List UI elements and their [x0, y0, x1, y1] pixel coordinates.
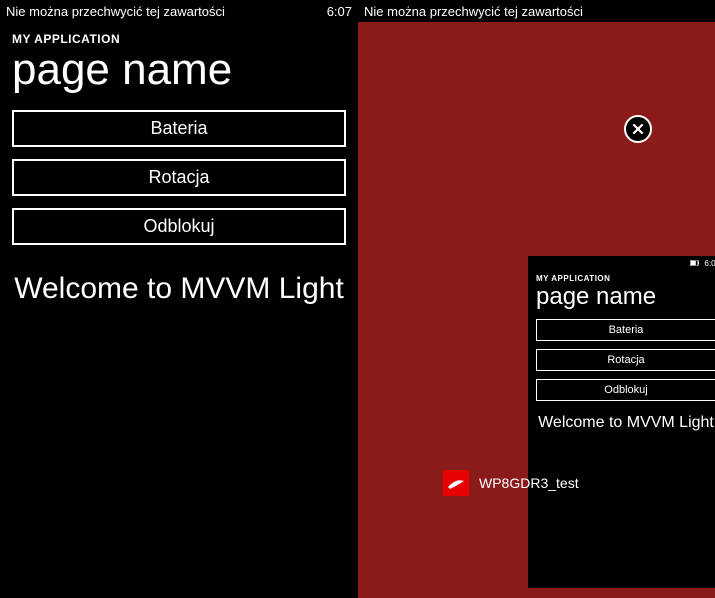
- task-card-wrapper[interactable]: 6:08 MY APPLICATION page name Bateria Ro…: [443, 128, 639, 460]
- mini-battery-button: Bateria: [536, 319, 715, 341]
- mini-statusbar: 6:08: [528, 256, 715, 270]
- mini-rotation-button: Rotacja: [536, 349, 715, 371]
- task-label-text: WP8GDR3_test: [479, 475, 579, 491]
- close-task-button[interactable]: [624, 115, 652, 143]
- mini-welcome-text: Welcome to MVVM Light: [536, 413, 715, 432]
- mini-app-content: MY APPLICATION page name Bateria Rotacja…: [528, 270, 715, 432]
- rotation-button[interactable]: Rotacja: [12, 159, 346, 196]
- close-icon: [631, 122, 645, 136]
- statusbar-message: Nie można przechwycić tej zawartości: [364, 4, 583, 19]
- app-tile-icon: [443, 470, 469, 496]
- battery-icon: [690, 260, 700, 266]
- mini-page-title: page name: [536, 285, 715, 309]
- phone-screen-app: Nie można przechwycić tej zawartości 6:0…: [0, 0, 358, 598]
- mini-clock: 6:08: [704, 259, 715, 268]
- unlock-button[interactable]: Odblokuj: [12, 208, 346, 245]
- statusbar-message: Nie można przechwycić tej zawartości: [6, 4, 225, 19]
- page-title: page name: [12, 48, 346, 92]
- statusbar-clock: 6:07: [327, 4, 352, 19]
- app-title: MY APPLICATION: [12, 32, 346, 46]
- phone-screen-task-switcher: Nie można przechwycić tej zawartości 6:0…: [358, 0, 715, 598]
- mini-app-title: MY APPLICATION: [536, 274, 715, 283]
- statusbar: Nie można przechwycić tej zawartości: [358, 0, 715, 22]
- task-card[interactable]: 6:08 MY APPLICATION page name Bateria Ro…: [528, 256, 715, 588]
- task-label-row: WP8GDR3_test: [443, 470, 579, 496]
- mini-unlock-button: Odblokuj: [536, 379, 715, 401]
- battery-button[interactable]: Bateria: [12, 110, 346, 147]
- app-content: MY APPLICATION page name Bateria Rotacja…: [0, 22, 358, 307]
- statusbar: Nie można przechwycić tej zawartości 6:0…: [0, 0, 358, 22]
- welcome-text: Welcome to MVVM Light: [12, 271, 346, 307]
